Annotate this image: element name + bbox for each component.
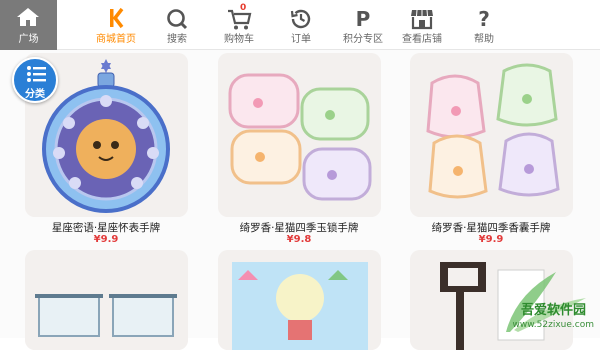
product-price: ¥9.8 — [286, 234, 312, 245]
list-icon — [27, 66, 46, 82]
nav-label: 购物车 — [224, 34, 254, 45]
nav-help[interactable]: ? 帮助 — [454, 0, 514, 50]
product-image-lock-tags — [218, 53, 381, 217]
product-name[interactable]: 星座密语·星座怀表手牌 — [11, 220, 201, 235]
category-label: 分类 — [25, 89, 45, 100]
cart-count-badge: 0 — [240, 3, 247, 13]
product-card[interactable] — [25, 250, 188, 350]
nav-view-shop[interactable]: 查看店铺 — [392, 0, 452, 50]
nav-label: 查看店铺 — [402, 34, 442, 45]
product-image-sachet-tags — [410, 53, 573, 217]
watermark-url: www.52zixue.com — [512, 320, 594, 330]
shop-icon — [411, 9, 433, 30]
product-grid: 星座密语·星座怀表手牌 ¥9.9 绮罗香·星猫四季玉锁手牌 ¥9.8 绮罗香·星… — [0, 50, 600, 350]
product-image-scroll — [25, 250, 188, 350]
product-card[interactable] — [218, 250, 381, 350]
nav-label: 帮助 — [474, 34, 494, 45]
category-button[interactable]: 分类 — [12, 57, 58, 103]
top-navigation-bar: 广场 商城首页 搜索 0 购物车 订单 P 积分专区 查看店铺 ? 帮助 — [0, 0, 600, 50]
history-icon — [290, 9, 311, 29]
plaza-button[interactable]: 广场 — [0, 0, 57, 50]
watermark-title: 吾爱软件园 — [520, 303, 586, 318]
plaza-label: 广场 — [18, 34, 39, 45]
nav-label: 商城首页 — [96, 34, 136, 45]
nav-points[interactable]: P 积分专区 — [333, 0, 393, 50]
product-name[interactable]: 绮罗香·星猫四季香囊手牌 — [396, 220, 586, 235]
product-image-board — [218, 250, 381, 350]
nav-label: 积分专区 — [343, 34, 383, 45]
help-icon: ? — [478, 7, 490, 31]
cart-icon — [228, 9, 252, 30]
product-name[interactable]: 绮罗香·星猫四季玉锁手牌 — [204, 220, 394, 235]
nav-label: 搜索 — [167, 34, 187, 45]
product-card[interactable] — [218, 53, 381, 217]
product-card[interactable] — [410, 53, 573, 217]
home-icon — [17, 8, 39, 26]
points-icon: P — [355, 7, 371, 31]
product-price: ¥9.9 — [478, 234, 504, 245]
nav-orders[interactable]: 订单 — [271, 0, 331, 50]
nav-label: 订单 — [291, 34, 311, 45]
nav-mall-home[interactable]: 商城首页 — [86, 0, 146, 50]
product-price: ¥9.9 — [93, 234, 119, 245]
mall-home-icon — [110, 7, 124, 29]
nav-cart[interactable]: 0 购物车 — [209, 0, 269, 50]
search-icon — [167, 9, 188, 30]
nav-search[interactable]: 搜索 — [147, 0, 207, 50]
